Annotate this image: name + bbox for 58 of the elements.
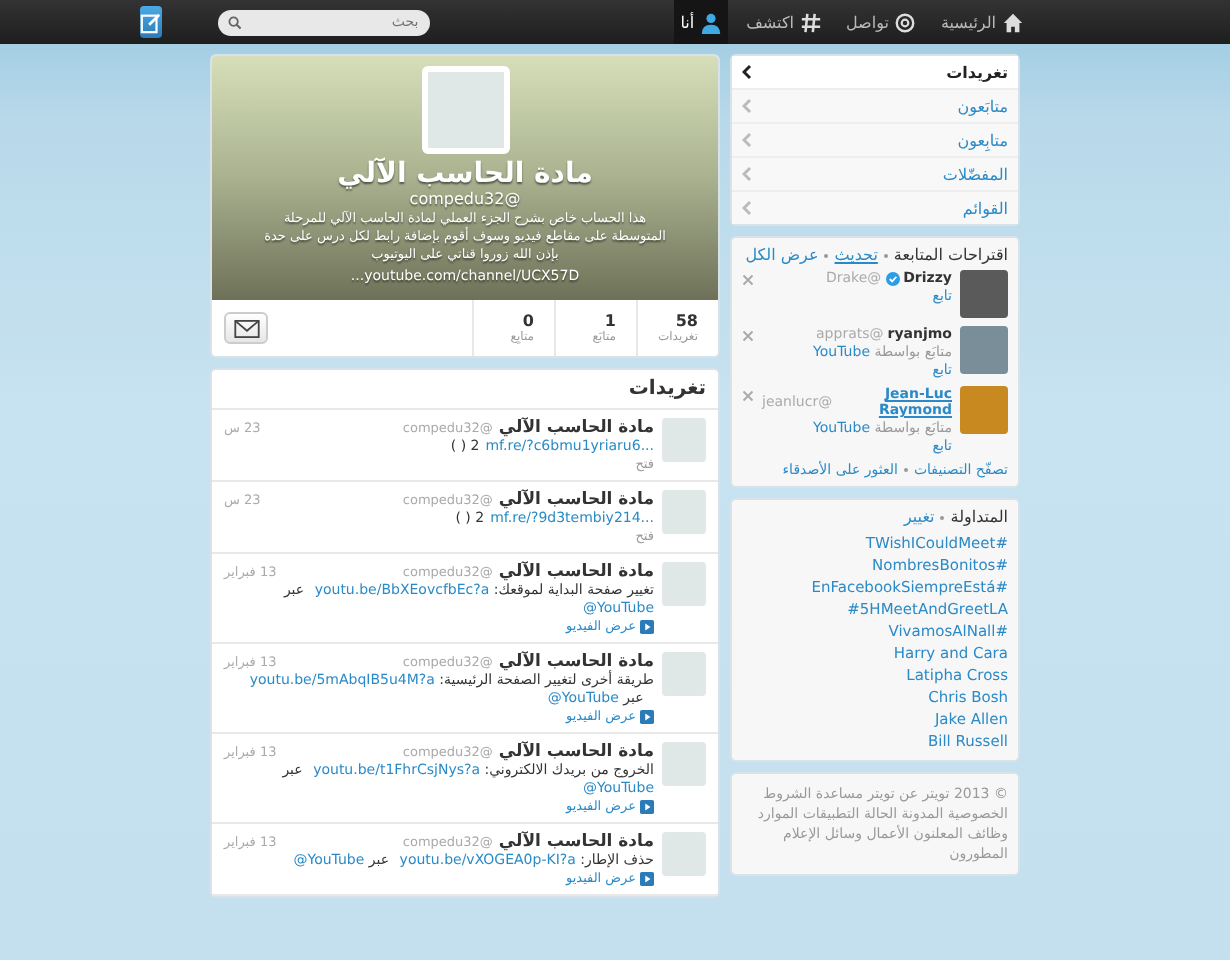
close-icon[interactable]	[742, 274, 754, 286]
view-all-link[interactable]: عرض الكل	[745, 246, 819, 264]
nav-link[interactable]: تواصل	[840, 0, 923, 44]
chevron-icon	[742, 200, 752, 216]
profile-avatar-placeholder	[421, 66, 509, 154]
at-sign-icon	[894, 11, 917, 33]
chevron-icon	[742, 98, 752, 114]
tweet-author-name[interactable]: مادة الحاسب الآلي	[498, 562, 654, 582]
play-icon	[640, 799, 654, 813]
nav-link[interactable]: اكتشف	[740, 0, 828, 44]
tweet-author-name[interactable]: مادة الحاسب الآلي	[498, 742, 654, 762]
tweet-author-name[interactable]: مادة الحاسب الآلي	[498, 832, 654, 852]
profile-handle: @compedu32	[409, 190, 521, 208]
profile-nav-item[interactable]: متابَعون	[732, 88, 1018, 122]
close-icon[interactable]	[742, 390, 754, 402]
separator-dot-icon	[903, 468, 908, 472]
tweet-author-name[interactable]: مادة الحاسب الآلي	[498, 490, 654, 510]
nav-link[interactable]: أنا	[674, 0, 729, 44]
refresh-link[interactable]: تحديث	[834, 246, 878, 264]
hashtag-icon	[800, 11, 822, 33]
home-icon	[1002, 11, 1024, 33]
person-icon	[700, 11, 723, 33]
separator-dot-icon	[824, 253, 829, 257]
profile-nav-item[interactable]: تغريدات	[732, 56, 1018, 88]
search-icon	[228, 15, 243, 29]
change-link[interactable]: تغيير	[903, 508, 935, 526]
profile-nav-item[interactable]: المفضّلات	[732, 156, 1018, 190]
compose-tweet-button[interactable]	[140, 6, 163, 38]
play-icon	[640, 871, 654, 885]
profile-nav-item[interactable]: القوائم	[732, 190, 1018, 224]
avatar-placeholder	[960, 270, 1008, 318]
separator-dot-icon	[940, 515, 945, 519]
chevron-icon	[742, 132, 752, 148]
chevron-icon	[742, 64, 752, 80]
trends-title: المتداولة	[950, 508, 1008, 526]
tweet-author-name[interactable]: مادة الحاسب الآلي	[498, 418, 654, 438]
separator-dot-icon	[883, 253, 888, 257]
avatar-placeholder	[662, 490, 706, 534]
avatar-placeholder	[662, 742, 706, 786]
tweet-author-name[interactable]: مادة الحاسب الآلي	[498, 652, 654, 672]
message-button[interactable]	[224, 312, 268, 344]
nav-link[interactable]: الرئيسية	[934, 0, 1030, 44]
avatar-placeholder	[662, 832, 706, 876]
avatar-placeholder	[960, 326, 1008, 374]
play-icon	[640, 619, 654, 633]
chevron-icon	[742, 166, 752, 182]
suggestions-title: اقتراحات المتابعة	[893, 246, 1008, 264]
compose-icon	[140, 11, 163, 33]
avatar-placeholder	[662, 418, 706, 462]
avatar-placeholder	[662, 652, 706, 696]
profile-name: مادة الحاسب الآلي	[337, 158, 593, 190]
timeline-title: تغريدات	[212, 370, 718, 410]
avatar-placeholder	[960, 386, 1008, 434]
profile-nav-item[interactable]: متابِعون	[732, 122, 1018, 156]
play-icon	[640, 709, 654, 723]
envelope-icon	[233, 319, 259, 337]
close-icon[interactable]	[742, 330, 754, 342]
avatar-placeholder	[662, 562, 706, 606]
